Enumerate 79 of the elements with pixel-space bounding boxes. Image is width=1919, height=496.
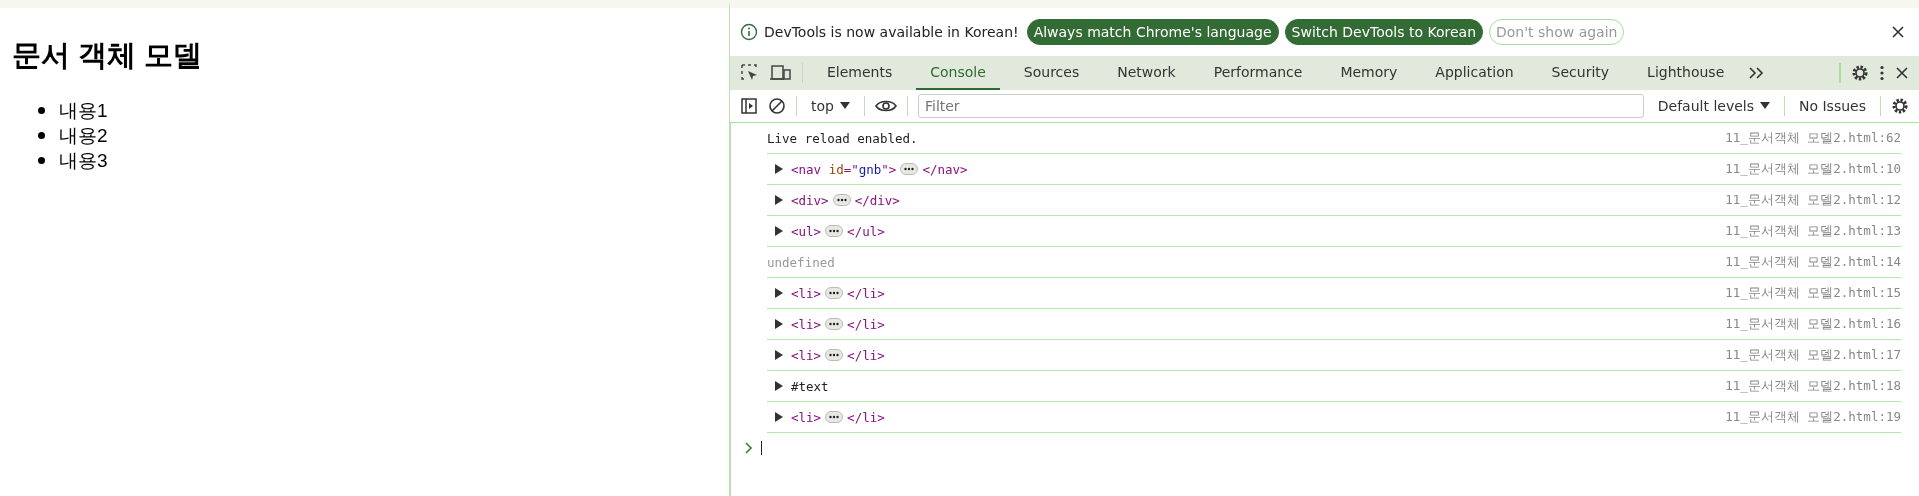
devtools-tab[interactable]: Application: [1421, 56, 1528, 90]
info-icon: [740, 23, 758, 41]
element-close-tag: </nav>: [922, 161, 968, 177]
devtools-tab[interactable]: Network: [1103, 56, 1190, 90]
element-close-tag: </ul>: [847, 223, 885, 239]
element-close-tag: </div>: [854, 192, 900, 208]
source-link[interactable]: 11_문서객체 모델2.html:14: [1725, 253, 1901, 271]
expand-triangle-icon[interactable]: [775, 381, 783, 391]
devtools-tab[interactable]: Security: [1537, 56, 1624, 90]
console-node[interactable]: #text: [791, 378, 829, 394]
bullet-icon: [38, 107, 45, 114]
element-close-tag: </li>: [847, 347, 885, 363]
source-link[interactable]: 11_문서객체 모델2.html:16: [1725, 315, 1901, 333]
list-item: 내용2: [59, 124, 108, 148]
source-link[interactable]: 11_문서객체 모델2.html:19: [1725, 408, 1901, 426]
source-link[interactable]: 11_문서객체 모델2.html:13: [1725, 222, 1901, 240]
source-link[interactable]: 11_문서객체 모델2.html:10: [1725, 160, 1901, 178]
expand-triangle-icon[interactable]: [775, 195, 783, 205]
source-link[interactable]: 11_문서객체 모델2.html:12: [1725, 191, 1901, 209]
expand-triangle-icon[interactable]: [775, 226, 783, 236]
close-icon[interactable]: [1891, 25, 1905, 39]
ellipsis-icon[interactable]: [825, 349, 844, 361]
element-tag[interactable]: <nav id="gnb">: [791, 161, 897, 177]
inspect-element-icon[interactable]: [740, 63, 760, 83]
list-item: 내용3: [59, 149, 108, 173]
element-tag[interactable]: <li>: [791, 409, 822, 425]
console-value: undefined: [767, 254, 835, 270]
bullet-icon: [38, 157, 45, 164]
element-tag[interactable]: <li>: [791, 316, 822, 332]
expand-triangle-icon[interactable]: [775, 164, 783, 174]
prompt-chevron-icon: [745, 442, 753, 454]
ellipsis-icon[interactable]: [825, 411, 844, 423]
settings-icon[interactable]: [1891, 97, 1909, 115]
close-icon[interactable]: [1895, 66, 1909, 80]
element-close-tag: </li>: [847, 285, 885, 301]
devtools-tab[interactable]: Performance: [1199, 56, 1317, 90]
infobar-button[interactable]: Switch DevTools to Korean: [1284, 19, 1483, 45]
caret-icon: [839, 102, 850, 110]
element-tag[interactable]: <li>: [791, 285, 822, 301]
source-link[interactable]: 11_문서객체 모델2.html:15: [1725, 284, 1901, 302]
expand-triangle-icon[interactable]: [775, 319, 783, 329]
source-link[interactable]: 11_문서객체 모델2.html:18: [1725, 377, 1901, 395]
bullet-icon: [38, 132, 45, 139]
clear-console-icon[interactable]: [768, 97, 786, 115]
element-tag[interactable]: <div>: [791, 192, 829, 208]
devtools-tab[interactable]: Console: [916, 56, 1000, 90]
list-item: 내용1: [59, 99, 108, 123]
context-dropdown[interactable]: top: [807, 98, 854, 114]
more-options-icon[interactable]: [1879, 65, 1885, 81]
element-close-tag: </li>: [847, 409, 885, 425]
infobar-button[interactable]: Always match Chrome's language: [1026, 19, 1279, 45]
element-tag[interactable]: <ul>: [791, 223, 822, 239]
ellipsis-icon[interactable]: [825, 287, 844, 299]
eye-icon[interactable]: [874, 99, 897, 113]
expand-triangle-icon[interactable]: [775, 412, 783, 422]
ellipsis-icon[interactable]: [825, 225, 844, 237]
sidebar-toggle-icon[interactable]: [740, 97, 758, 115]
devtools-tab[interactable]: Memory: [1326, 56, 1412, 90]
settings-icon[interactable]: [1851, 64, 1869, 82]
issues-button[interactable]: No Issues: [1795, 98, 1870, 114]
source-link[interactable]: 11_문서객체 모델2.html:62: [1725, 129, 1901, 147]
expand-triangle-icon[interactable]: [775, 288, 783, 298]
element-close-tag: </li>: [847, 316, 885, 332]
console-message: Live reload enabled.: [767, 130, 918, 146]
expand-triangle-icon[interactable]: [775, 350, 783, 360]
source-link[interactable]: 11_문서객체 모델2.html:17: [1725, 346, 1901, 364]
info-message: DevTools is now available in Korean!: [764, 24, 1019, 40]
devtools-tab[interactable]: Sources: [1009, 56, 1094, 90]
device-toolbar-icon[interactable]: [770, 63, 792, 83]
page-heading: 문서 객체 모델: [12, 38, 204, 73]
filter-field[interactable]: Filter: [917, 94, 1644, 118]
ellipsis-icon[interactable]: [825, 318, 844, 330]
ellipsis-icon[interactable]: [832, 194, 851, 206]
devtools-tab[interactable]: Lighthouse: [1633, 56, 1739, 90]
element-tag[interactable]: <li>: [791, 347, 822, 363]
devtools-tab[interactable]: Elements: [813, 56, 907, 90]
log-levels-dropdown[interactable]: Default levels: [1653, 98, 1774, 114]
caret-icon: [1760, 102, 1770, 110]
ellipsis-icon[interactable]: [900, 163, 919, 175]
